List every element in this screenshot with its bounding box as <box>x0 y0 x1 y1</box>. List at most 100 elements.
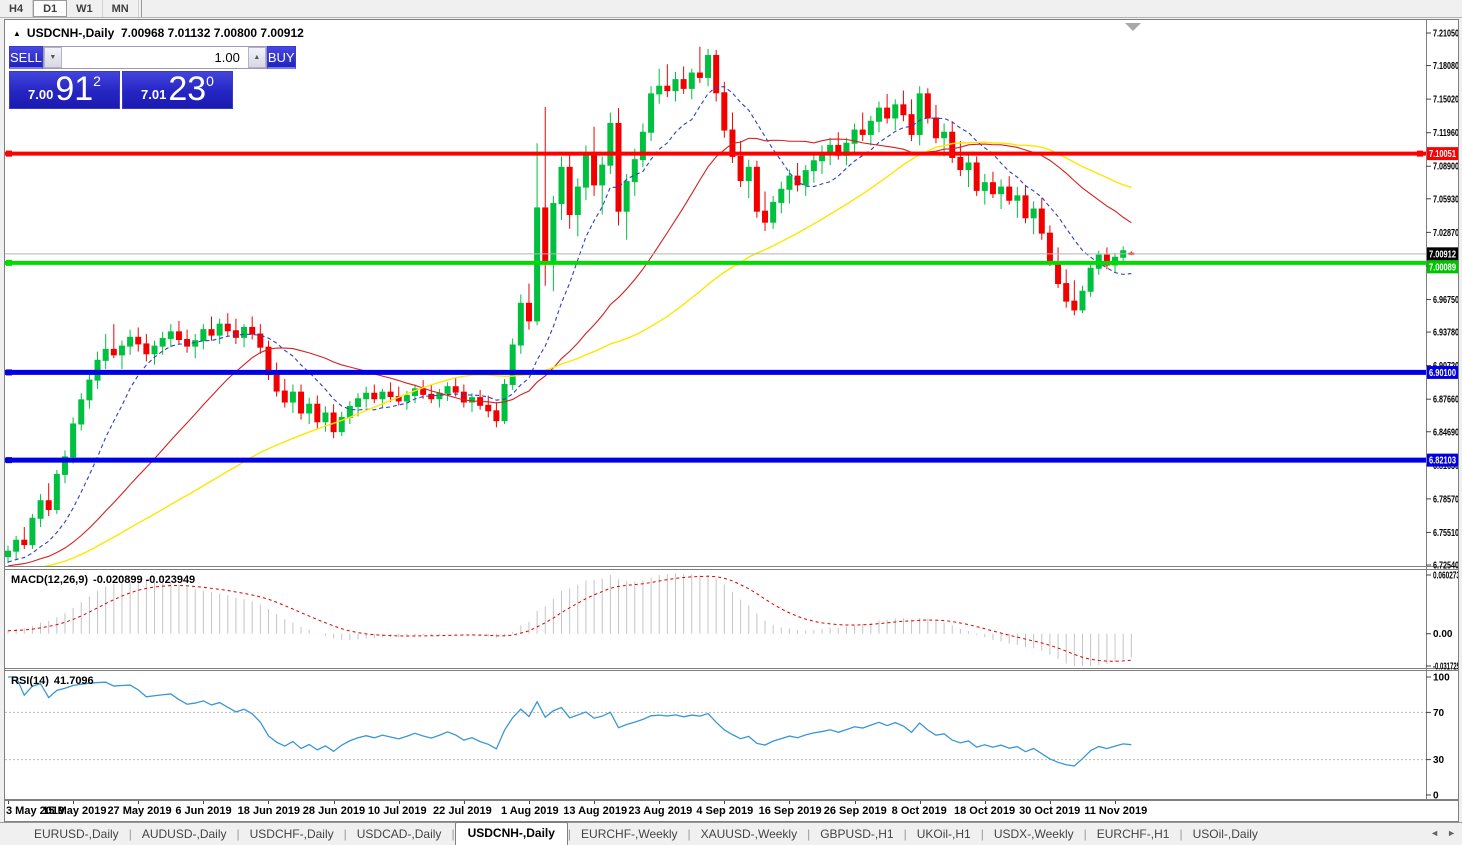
date-tick <box>464 801 465 804</box>
macd-tick-label: 0.060273 <box>1433 571 1458 582</box>
price-tick-label: 6.78570 <box>1433 494 1458 505</box>
line-handle[interactable] <box>6 260 12 266</box>
price-tick-label: 6.93780 <box>1433 328 1458 339</box>
tab-eurusd-daily[interactable]: EURUSD-,Daily <box>24 823 129 845</box>
sell-button[interactable]: SELL <box>9 46 43 69</box>
rsi-line <box>8 677 1131 766</box>
price-tag-label: 6.82103 <box>1429 456 1456 467</box>
date-label: 28 Jun 2019 <box>303 805 365 817</box>
tab-xauusd-weekly[interactable]: XAUUSD-,Weekly <box>691 823 807 845</box>
price-tick-label: 6.96750 <box>1433 295 1458 306</box>
macd-name: MACD(12,26,9) <box>11 574 88 586</box>
line-handle[interactable] <box>6 457 12 463</box>
date-label: 11 Nov 2019 <box>1084 805 1147 817</box>
date-label: 27 May 2019 <box>107 805 171 817</box>
date-label: 15 May 2019 <box>42 805 106 817</box>
tab-ukoil-h1[interactable]: UKOil-,H1 <box>907 823 981 845</box>
price-tick-label: 7.08900 <box>1433 162 1458 173</box>
date-label: 4 Sep 2019 <box>696 805 753 817</box>
chart-window: 7.210507.180807.150207.119607.089007.059… <box>4 19 1459 822</box>
rsi-value: 41.7096 <box>54 675 94 687</box>
date-label: 6 Jun 2019 <box>175 805 231 817</box>
one-click-trading-panel: SELL ▼ ▲ BUY 7.00 91 2 7.01 <box>9 46 233 109</box>
tab-gbpusd-h1[interactable]: GBPUSD-,H1 <box>810 823 903 845</box>
timeframe-button-w1[interactable]: W1 <box>67 0 103 17</box>
tab-usdx-weekly[interactable]: USDX-,Weekly <box>984 823 1084 845</box>
volume-decrease-button[interactable]: ▼ <box>44 47 62 68</box>
price-tag-label: 6.90100 <box>1429 368 1456 379</box>
candlestick-series <box>6 47 1134 564</box>
timeframe-button-h4[interactable]: H4 <box>0 0 33 17</box>
date-tick <box>1050 801 1051 804</box>
sell-price-display[interactable]: 7.00 91 2 <box>9 71 120 109</box>
timeframe-toolbar: H4D1W1MN <box>0 0 1462 18</box>
volume-spinner: ▼ ▲ <box>43 46 267 69</box>
volume-input[interactable] <box>62 47 248 68</box>
price-tick-label: 6.84690 <box>1433 427 1458 438</box>
price-tag-label: 7.10051 <box>1429 149 1456 160</box>
ohlc-values: 7.00968 7.01132 7.00800 7.00912 <box>121 26 304 40</box>
timeframe-button-mn[interactable]: MN <box>103 0 139 17</box>
line-handle[interactable] <box>1417 151 1423 157</box>
date-label: 26 Sep 2019 <box>824 805 887 817</box>
date-label: 13 Aug 2019 <box>563 805 627 817</box>
tab-scroll-right-button[interactable]: ► <box>1447 828 1456 838</box>
tab-scroll-controls: ◄► <box>1430 828 1456 838</box>
price-tick-label: 7.15020 <box>1433 95 1458 106</box>
price-pane[interactable] <box>5 47 1426 572</box>
date-label: 30 Oct 2019 <box>1019 805 1080 817</box>
tab-eurchf-weekly[interactable]: EURCHF-,Weekly <box>571 823 687 845</box>
date-tick <box>8 801 9 804</box>
price-tick-label: 6.75510 <box>1433 528 1458 539</box>
volume-increase-button[interactable]: ▲ <box>248 47 266 68</box>
price-tick-label: 7.18080 <box>1433 61 1458 72</box>
macd-indicator-label: MACD(12,26,9) -0.020899 -0.023949 <box>11 574 200 586</box>
tab-eurchf-h1[interactable]: EURCHF-,H1 <box>1087 823 1180 845</box>
price-tick-label: 7.21050 <box>1433 29 1458 40</box>
date-label: 22 Jul 2019 <box>433 805 492 817</box>
chart-shift-marker-icon[interactable] <box>1125 23 1141 31</box>
date-tick <box>724 801 725 804</box>
price-tick-label: 7.02870 <box>1433 228 1458 239</box>
toolbar-separator <box>141 0 142 17</box>
date-tick <box>399 801 400 804</box>
tab-usoil-daily[interactable]: USOil-,Daily <box>1183 823 1268 845</box>
tab-audusd-daily[interactable]: AUDUSD-,Daily <box>132 823 237 845</box>
date-label: 16 Sep 2019 <box>759 805 822 817</box>
macd-tick-label: 0.00 <box>1433 629 1453 640</box>
date-tick <box>855 801 856 804</box>
date-tick <box>920 801 921 804</box>
buy-button-label: BUY <box>268 50 295 65</box>
tab-scroll-left-button[interactable]: ◄ <box>1430 828 1439 838</box>
sell-price-big: 91 <box>55 75 93 105</box>
price-tag-label: 7.00089 <box>1429 262 1456 273</box>
date-label: 18 Oct 2019 <box>954 805 1015 817</box>
price-tick-label: 6.87660 <box>1433 395 1458 406</box>
timeframe-button-d1[interactable]: D1 <box>33 0 67 17</box>
price-tick-label: 7.11960 <box>1433 128 1458 139</box>
tab-usdcnh-daily[interactable]: USDCNH-,Daily <box>455 822 568 845</box>
price-tag-label: 7.00912 <box>1429 249 1456 260</box>
rsi-indicator-label: RSI(14)41.7096 <box>11 675 99 687</box>
date-tick <box>268 801 269 804</box>
macd-values: -0.020899 -0.023949 <box>93 574 195 586</box>
tab-usdcad-daily[interactable]: USDCAD-,Daily <box>347 823 452 845</box>
rsi-tick-label: 0 <box>1433 791 1439 801</box>
collapse-arrow-icon[interactable]: ▲ <box>13 29 21 38</box>
macd-pane[interactable] <box>8 573 1131 666</box>
buy-button[interactable]: BUY <box>267 46 296 69</box>
rsi-pane[interactable] <box>5 677 1426 766</box>
buy-price-display[interactable]: 7.01 23 0 <box>122 71 233 109</box>
date-axis[interactable]: 3 May 201915 May 201927 May 20196 Jun 20… <box>5 800 1458 821</box>
date-tick <box>659 801 660 804</box>
date-tick <box>1115 801 1116 804</box>
line-handle[interactable] <box>6 369 12 375</box>
rsi-tick-label: 30 <box>1433 755 1445 766</box>
buy-price-big: 23 <box>168 75 206 105</box>
chart-tab-bar: EURUSD-,Daily|AUDUSD-,Daily|USDCHF-,Dail… <box>0 822 1462 845</box>
date-tick <box>594 801 595 804</box>
line-handle[interactable] <box>6 151 12 157</box>
sell-price-sup: 2 <box>93 74 101 88</box>
chart-canvas[interactable]: 7.210507.180807.150207.119607.089007.059… <box>5 20 1458 800</box>
tab-usdchf-daily[interactable]: USDCHF-,Daily <box>240 823 344 845</box>
